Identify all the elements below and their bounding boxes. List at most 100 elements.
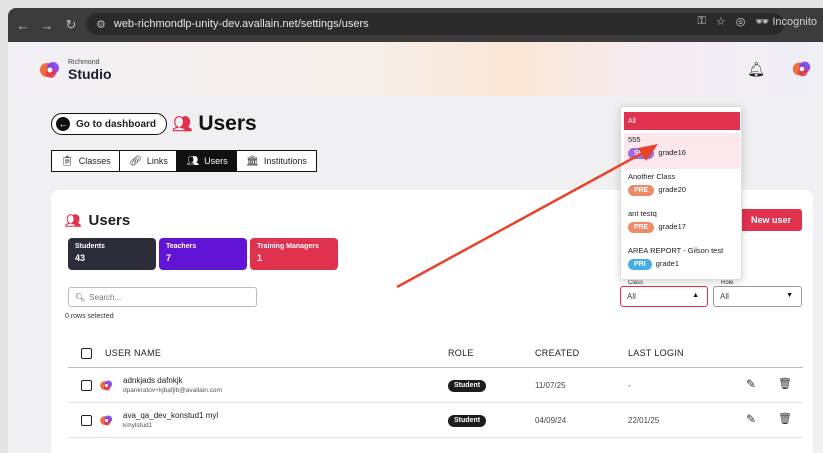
reload-icon[interactable]: ↻ (64, 17, 78, 33)
caret-up-icon: ▲ (692, 292, 699, 299)
forward-icon[interactable]: → (40, 18, 54, 33)
new-user-button[interactable]: New user (740, 209, 802, 231)
tab-institutions[interactable]: 🏛︎ Institutions (236, 150, 317, 172)
page-title-text: Users (198, 112, 257, 135)
star-icon[interactable]: ☆ (716, 15, 726, 28)
clipboard-icon: 📋︎ (61, 155, 74, 167)
stat-label: Students (75, 243, 105, 250)
url-text: web-richmondlp-unity-dev.avallain.net/se… (113, 18, 369, 30)
avatar (100, 380, 113, 391)
trash-icon[interactable]: 🗑︎ (778, 377, 792, 390)
stat-teachers[interactable]: Teachers 7 (159, 238, 247, 270)
stat-value: 43 (75, 253, 86, 263)
tab-users-label: Users (204, 156, 228, 166)
search-icon: 🔍︎ (75, 292, 86, 302)
last-login: 22/01/25 (628, 416, 660, 425)
card-title-text: Users (88, 212, 131, 229)
user-avatar[interactable] (791, 58, 813, 80)
edit-pencil-icon[interactable]: ✎ (746, 412, 756, 426)
row-checkbox[interactable] (81, 380, 92, 391)
class-filter-select[interactable]: Class All ▲ (620, 280, 708, 307)
role-filter-select[interactable]: Role All ▼ (713, 280, 802, 307)
column-created[interactable]: CREATED (535, 348, 579, 358)
level-pill: SEC (628, 148, 655, 159)
extensions-icon[interactable]: ◎ (736, 15, 746, 28)
search-input[interactable] (89, 292, 250, 302)
stat-label: Teachers (166, 243, 197, 250)
column-last-login[interactable]: LAST LOGIN (628, 348, 684, 358)
role-filter-label: Role (719, 280, 736, 286)
role-badge: Student (448, 380, 487, 392)
tab-links[interactable]: 🔗︎ Links (119, 150, 178, 172)
class-dropdown-menu: All 555 SEC grade16 Another Class PRE grad… (620, 106, 742, 280)
row-checkbox[interactable] (81, 415, 92, 426)
created-date: 11/07/25 (535, 381, 566, 390)
avatar (100, 415, 113, 426)
table-row[interactable]: adnkjads dafnkjk dpankratov+kjbafjlb@ava… (68, 368, 803, 403)
level-pill: PRE (628, 185, 655, 196)
page-title: 👥︎ Users (172, 112, 257, 136)
stat-training-managers[interactable]: Training Managers 1 (250, 238, 338, 270)
user-email: kmylstud1 (123, 422, 153, 429)
class-name: AREA REPORT - Gilson test (628, 246, 724, 255)
incognito-badge[interactable]: 🕶 Incognito (755, 15, 817, 28)
level-pill: PRE (628, 222, 655, 233)
browser-toolbar: ← → ↻ ⚙ web-richmondlp-unity-dev.avallai… (8, 8, 823, 42)
notifications-bell-icon[interactable]: 🔔︎ (747, 61, 765, 78)
card-title: 👥︎ Users (65, 212, 130, 229)
institution-icon: 🏛︎ (246, 155, 259, 167)
tab-classes[interactable]: 📋︎ Classes (51, 150, 121, 172)
grade-label: grade1 (655, 259, 680, 268)
settings-tabs: 📋︎ Classes 🔗︎ Links 👥︎ Users 🏛︎ Institut… (51, 150, 317, 172)
go-to-dashboard-label: Go to dashboard (76, 118, 156, 130)
class-name: Another Class (628, 172, 676, 181)
dropdown-option-area-report[interactable]: AREA REPORT - Gilson test PRI grade1 (624, 244, 740, 280)
select-all-checkbox[interactable] (81, 348, 92, 359)
go-to-dashboard-button[interactable]: ← Go to dashboard (51, 113, 167, 135)
trash-icon[interactable]: 🗑︎ (778, 412, 792, 425)
users-icon: 👥︎ (172, 116, 193, 133)
app-header: Richmond Studio 🔔︎ (8, 42, 823, 96)
dropdown-option-all[interactable]: All (624, 112, 740, 130)
created-date: 04/09/24 (535, 416, 567, 425)
browser-actions: ⚿ ☆ ◎ 🕶 Incognito (697, 15, 817, 28)
incognito-label: Incognito (772, 16, 817, 28)
role-badge: Student (448, 415, 487, 427)
rows-selected-text: 0 rows selected (65, 313, 114, 320)
back-icon[interactable]: ← (16, 18, 30, 33)
tab-classes-label: Classes (78, 156, 111, 166)
grade-label: grade17 (658, 222, 686, 231)
grade-label: grade16 (658, 148, 686, 157)
class-filter-label: Class (626, 280, 646, 286)
tab-institutions-label: Institutions (263, 156, 307, 166)
key-icon[interactable]: ⚿ (697, 15, 705, 28)
class-name: 555 (628, 135, 641, 144)
caret-down-icon: ▼ (786, 292, 793, 299)
tab-links-label: Links (146, 156, 168, 166)
dropdown-option-another-class[interactable]: Another Class PRE grade20 (624, 170, 740, 206)
stat-value: 7 (166, 253, 172, 263)
richmond-studio-logo[interactable]: Richmond Studio (38, 58, 112, 82)
class-filter-value: All (627, 292, 636, 301)
search-box: 🔍︎ (68, 287, 257, 307)
table-header: USER NAME ROLE CREATED LAST LOGIN (68, 340, 803, 368)
column-role[interactable]: ROLE (448, 348, 474, 358)
user-name: ava_qa_dev_konstud1 myl (123, 411, 219, 420)
stat-value: 1 (257, 253, 263, 263)
stat-students[interactable]: Students 43 (68, 238, 156, 270)
link-icon: 🔗︎ (129, 155, 142, 167)
table-row[interactable]: ava_qa_dev_konstud1 myl kmylstud1 Studen… (68, 403, 803, 438)
address-bar[interactable]: ⚙ web-richmondlp-unity-dev.avallain.net/… (86, 13, 784, 35)
tab-users[interactable]: 👥︎ Users (176, 150, 238, 172)
role-filter-value: All (720, 292, 729, 301)
column-user-name[interactable]: USER NAME (105, 348, 161, 358)
users-icon: 👥︎ (65, 212, 82, 228)
user-email: dpankratov+kjbafjlb@avallain.com (123, 387, 222, 394)
stat-label: Training Managers (257, 243, 319, 250)
site-info-icon[interactable]: ⚙ (96, 18, 106, 31)
users-icon: 👥︎ (186, 155, 200, 167)
dropdown-option-ant-testq[interactable]: ant testq PRE grade17 (624, 207, 740, 243)
dropdown-option-555[interactable]: 555 SEC grade16 (624, 133, 740, 169)
edit-pencil-icon[interactable]: ✎ (746, 377, 756, 391)
brand-big: Studio (68, 66, 112, 82)
